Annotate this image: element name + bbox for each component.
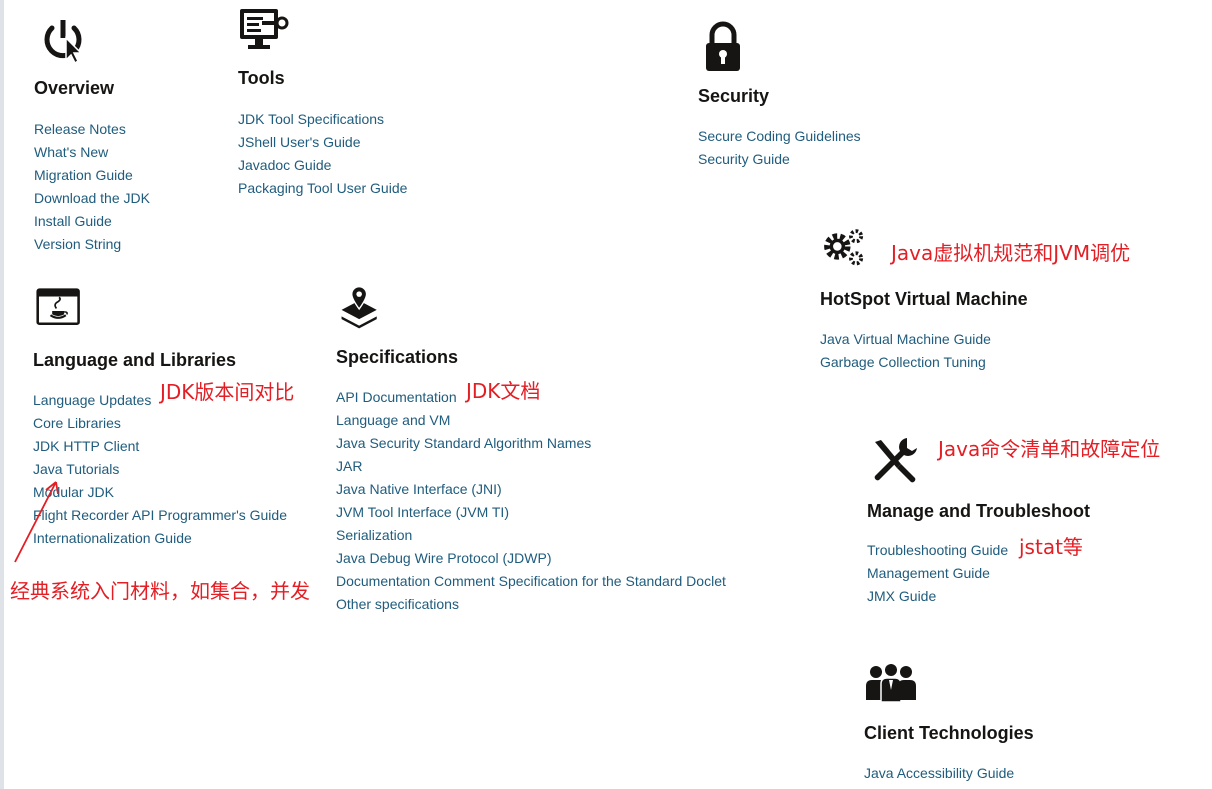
annotation-arrow (14, 481, 59, 563)
